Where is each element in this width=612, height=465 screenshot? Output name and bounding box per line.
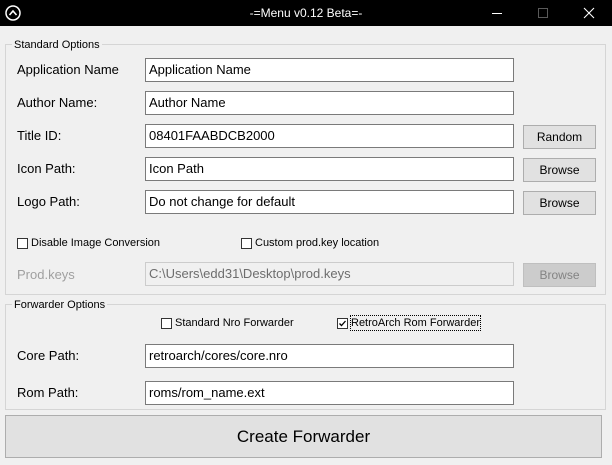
prod-keys-browse-button: Browse (523, 263, 596, 287)
standard-nro-label[interactable]: Standard Nro Forwarder (175, 316, 294, 330)
rom-path-label: Rom Path: (17, 385, 79, 400)
minimize-button[interactable] (474, 0, 520, 26)
standard-nro-checkbox[interactable]: Standard Nro Forwarder (161, 315, 294, 331)
title-id-label: Title ID: (17, 128, 62, 143)
maximize-icon (537, 7, 549, 19)
icon-browse-button[interactable]: Browse (523, 158, 596, 182)
close-button[interactable] (566, 0, 612, 26)
core-path-label: Core Path: (17, 348, 80, 363)
title-bar[interactable]: -=Menu v0.12 Beta=- (0, 0, 612, 26)
app-name-input[interactable]: Application Name (145, 58, 514, 82)
maximize-button (520, 0, 566, 26)
disable-image-conversion-label[interactable]: Disable Image Conversion (31, 236, 160, 250)
prod-keys-label: Prod.keys (17, 267, 75, 282)
custom-prod-key-label[interactable]: Custom prod.key location (255, 236, 379, 250)
retroarch-rom-label[interactable]: RetroArch Rom Forwarder (350, 315, 481, 331)
disable-image-conversion-checkbox[interactable]: Disable Image Conversion (17, 235, 160, 251)
minimize-icon (491, 7, 503, 19)
app-name-label: Application Name (17, 62, 119, 77)
title-id-input[interactable]: 08401FAABDCB2000 (145, 124, 514, 148)
logo-browse-button[interactable]: Browse (523, 191, 596, 215)
checkbox-box[interactable] (17, 237, 28, 249)
custom-prod-key-checkbox[interactable]: Custom prod.key location (241, 235, 379, 251)
rom-path-input[interactable]: roms/rom_name.ext (145, 381, 514, 405)
logo-path-input[interactable]: Do not change for default (145, 190, 514, 214)
chevron-up-circle-icon[interactable] (5, 5, 21, 21)
retroarch-rom-checkbox[interactable]: RetroArch Rom Forwarder (337, 315, 481, 331)
check-mark-icon (339, 320, 346, 326)
icon-path-label: Icon Path: (17, 161, 76, 176)
create-forwarder-button[interactable]: Create Forwarder (5, 415, 602, 458)
standard-options-legend: Standard Options (12, 39, 102, 51)
checkbox-box[interactable] (337, 317, 348, 329)
random-button[interactable]: Random (523, 125, 596, 149)
prod-keys-input: C:\Users\edd31\Desktop\prod.keys (145, 262, 514, 286)
author-name-input[interactable]: Author Name (145, 91, 514, 115)
close-icon (583, 7, 595, 19)
author-name-label: Author Name: (17, 95, 98, 110)
core-path-input[interactable]: retroarch/cores/core.nro (145, 344, 514, 368)
logo-path-label: Logo Path: (17, 194, 80, 209)
checkbox-box[interactable] (241, 237, 252, 249)
checkbox-box[interactable] (161, 317, 172, 329)
forwarder-options-legend: Forwarder Options (12, 299, 108, 311)
icon-path-input[interactable]: Icon Path (145, 157, 514, 181)
